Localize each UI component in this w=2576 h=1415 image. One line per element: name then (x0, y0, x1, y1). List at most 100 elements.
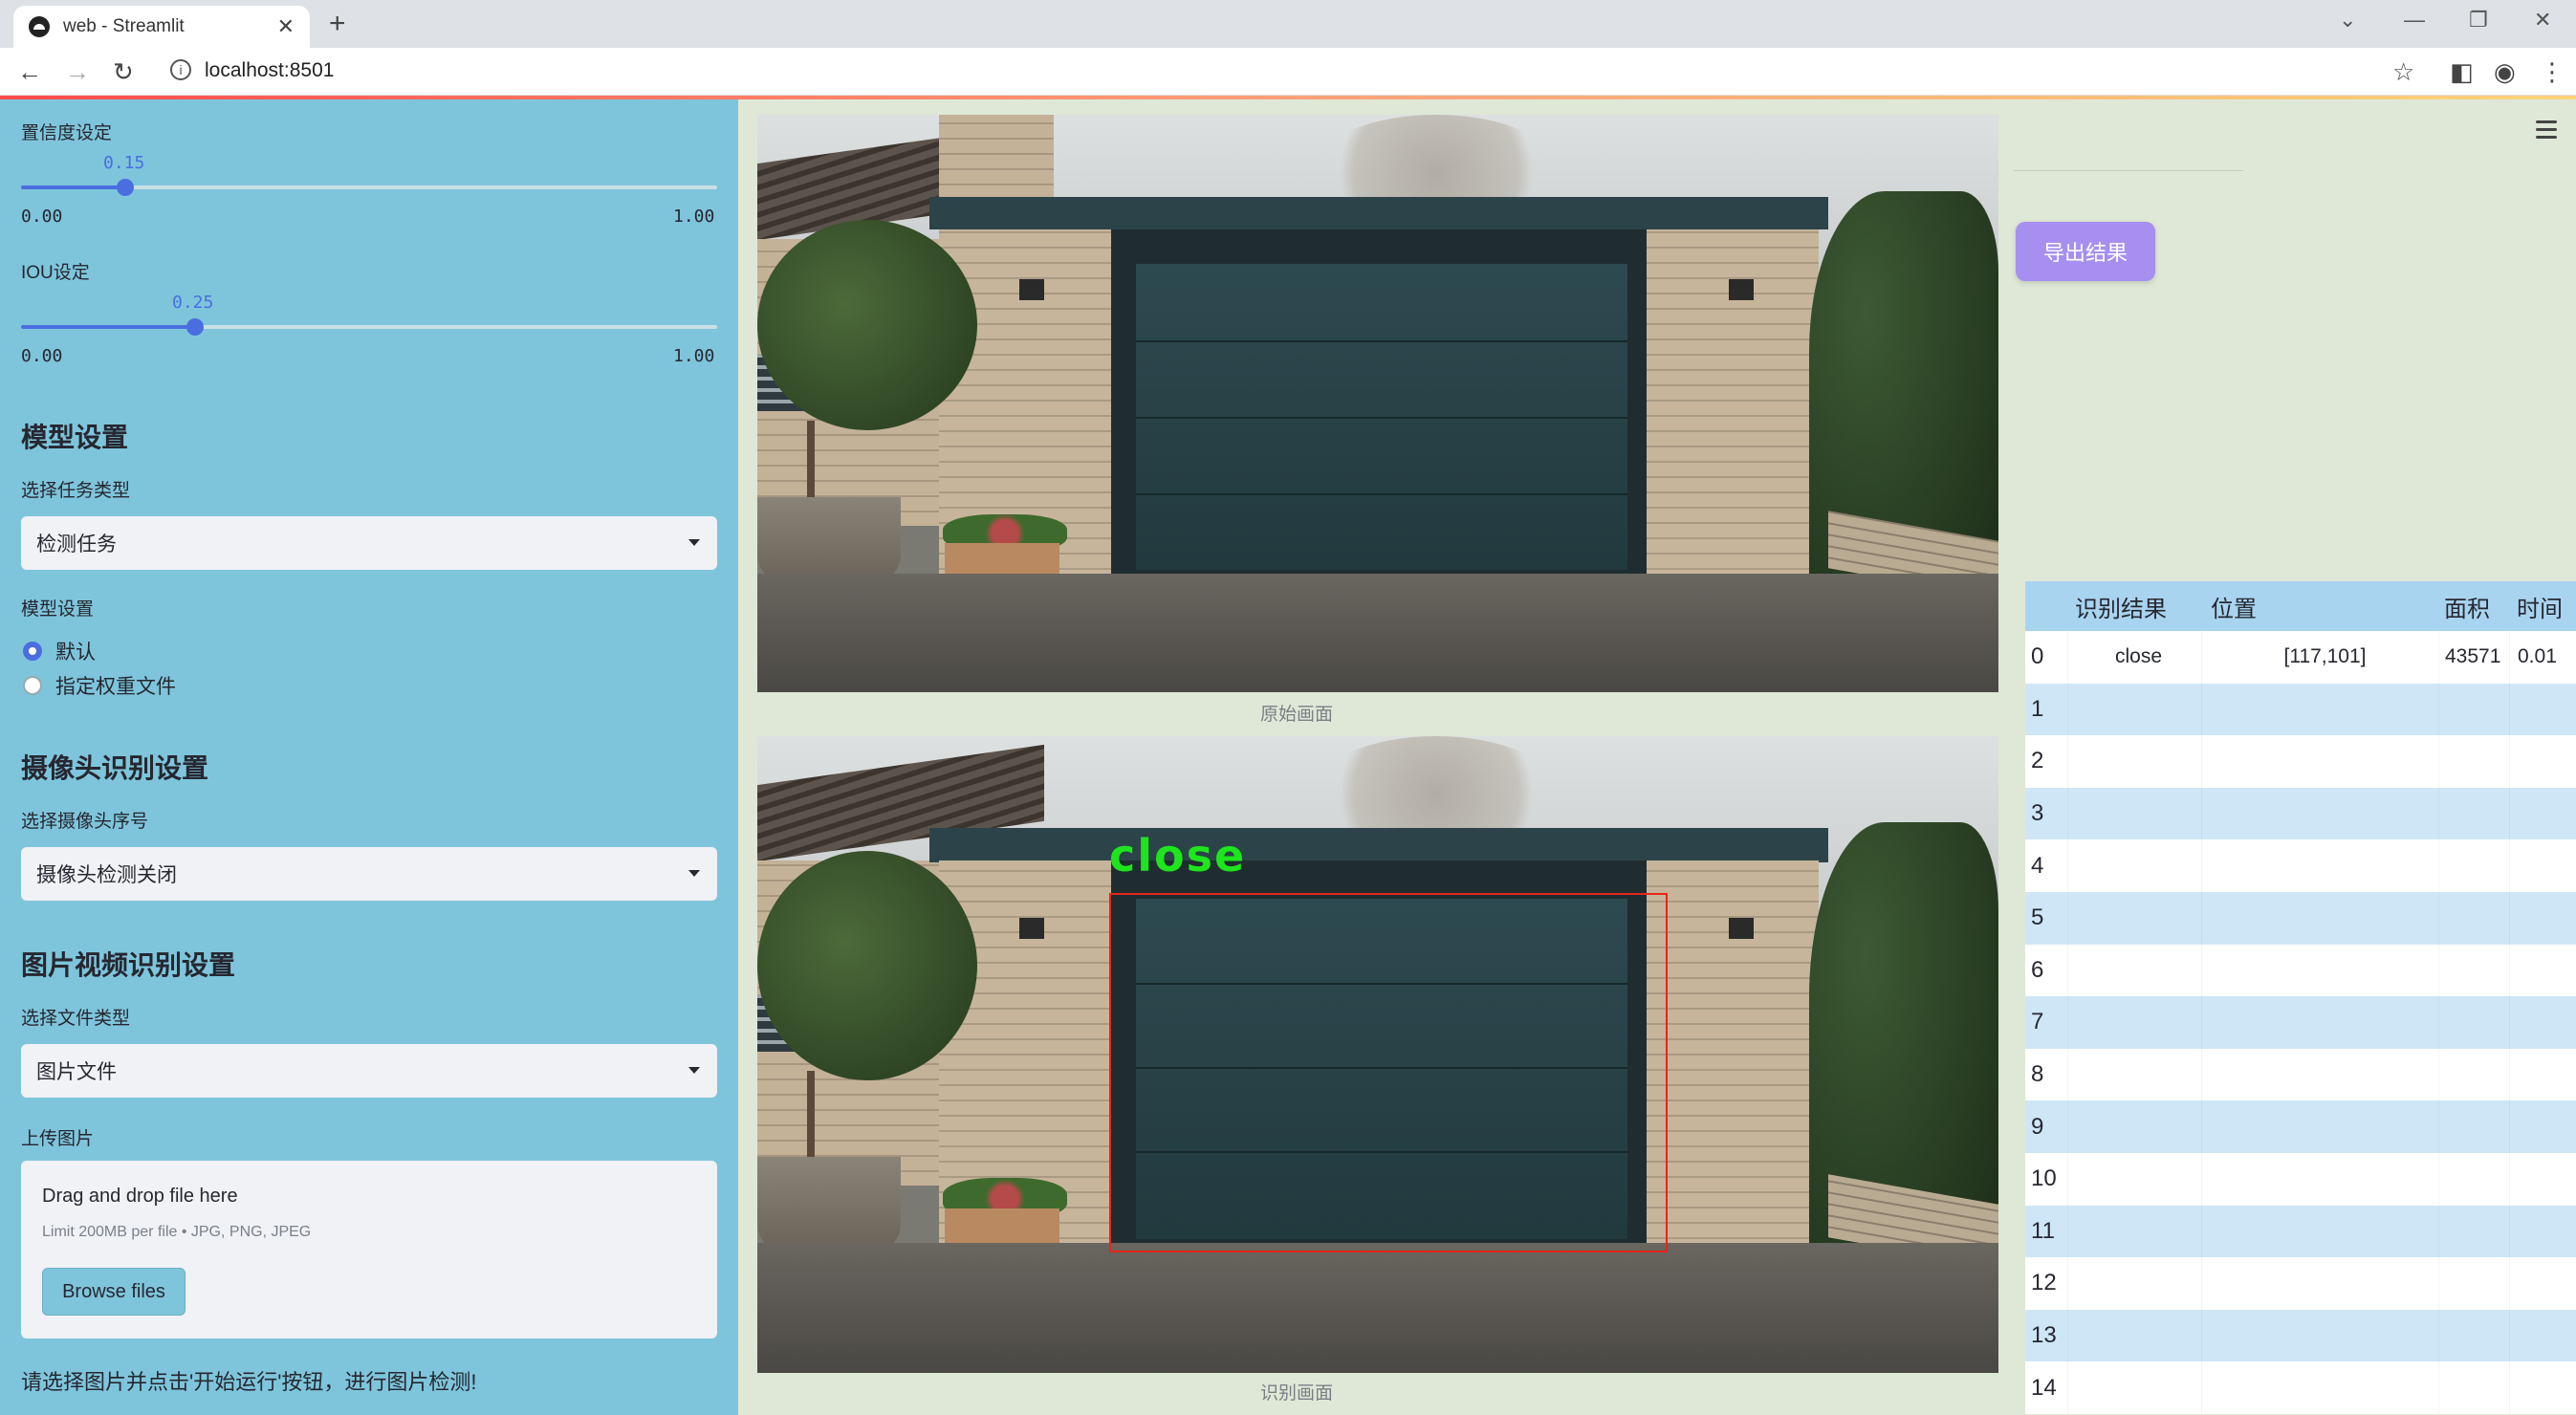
browser-tab[interactable]: web - Streamlit ✕ (13, 6, 310, 48)
reload-icon[interactable]: ↻ (113, 57, 134, 87)
iou-slider[interactable] (21, 318, 717, 336)
close-tab-icon[interactable]: ✕ (277, 14, 295, 39)
table-cell (2438, 1361, 2509, 1414)
side-panel-icon[interactable]: ◧ (2450, 57, 2474, 87)
table-cell (2067, 1361, 2201, 1414)
browser-menu-icon[interactable]: ⋮ (2540, 57, 2565, 87)
chevron-down-icon (688, 539, 700, 546)
radio-custom-label: 指定权重文件 (55, 676, 176, 698)
iou-slider-thumb[interactable] (186, 318, 204, 336)
bookmark-star-icon[interactable]: ☆ (2392, 57, 2414, 87)
table-row: 10 (2025, 1152, 2576, 1206)
table-cell (2438, 944, 2509, 997)
hamburger-menu-icon[interactable] (2536, 120, 2557, 143)
table-cell (2067, 944, 2201, 997)
table-row: 8 (2025, 1048, 2576, 1101)
radio-custom-weights[interactable]: 指定权重文件 (23, 671, 176, 700)
camera-select[interactable]: 摄像头检测关闭 (21, 847, 717, 901)
table-cell (2509, 1152, 2576, 1206)
radio-default[interactable]: 默认 (23, 637, 96, 665)
confidence-slider[interactable] (21, 179, 717, 196)
table-cell (2067, 1309, 2201, 1362)
export-results-button[interactable]: 导出结果 (2016, 222, 2155, 281)
scene-lamp (1019, 918, 1044, 939)
table-header-cell[interactable]: 时间 (2509, 581, 2576, 631)
scene-driveway (757, 574, 1998, 692)
browser-tab-bar: web - Streamlit ✕ + ⌄ — ❐ ✕ (0, 0, 2576, 48)
close-window-icon[interactable]: ✕ (2534, 8, 2551, 33)
back-icon[interactable]: ← (17, 57, 42, 87)
file-type-select[interactable]: 图片文件 (21, 1044, 717, 1098)
confidence-value: 0.15 (103, 153, 145, 173)
info-icon[interactable]: i (170, 59, 191, 80)
table-cell: 5 (2031, 904, 2044, 931)
browse-files-button[interactable]: Browse files (42, 1268, 186, 1316)
table-cell: 4 (2031, 852, 2044, 879)
table-cell (2067, 1152, 2201, 1206)
scene-fascia (929, 197, 1828, 229)
table-header-cell[interactable]: 识别结果 (2067, 581, 2201, 631)
camera-value: 摄像头检测关闭 (36, 864, 177, 886)
table-cell: 12 (2031, 1270, 2057, 1296)
radio-selected-icon (23, 642, 42, 661)
detection-label: close (1109, 830, 1247, 882)
table-cell (2509, 1309, 2576, 1362)
confidence-slider-fill (21, 185, 125, 189)
upload-title: Drag and drop file here (42, 1186, 238, 1207)
chevron-down-icon (688, 870, 700, 877)
table-cell (2067, 787, 2201, 840)
table-cell (2201, 1257, 2438, 1310)
scene-fascia (929, 828, 1828, 862)
tab-title: web - Streamlit (63, 16, 185, 36)
file-type-value: 图片文件 (36, 1061, 117, 1083)
divider (2014, 170, 2243, 171)
table-cell (2067, 1048, 2201, 1101)
model-settings-label: 模型设置 (21, 599, 95, 620)
table-cell (2201, 996, 2438, 1049)
forward-icon[interactable]: → (65, 57, 90, 87)
scene-lamp (1729, 918, 1754, 939)
result-caption: 识别画面 (1260, 1383, 1334, 1404)
table-header-cell[interactable]: 位置 (2201, 581, 2438, 631)
minimize-icon[interactable]: — (2404, 8, 2425, 33)
scene-planter (945, 1208, 1059, 1243)
table-header-cell[interactable]: 面积 (2438, 581, 2509, 631)
scene-pot (757, 1157, 901, 1252)
scene-planter (945, 543, 1059, 576)
iou-value: 0.25 (172, 293, 214, 313)
table-row: 2 (2025, 735, 2576, 788)
table-cell: 7 (2031, 1009, 2044, 1035)
tab-search-icon[interactable]: ⌄ (2339, 8, 2356, 33)
table-cell (2438, 1309, 2509, 1362)
table-row: 9 (2025, 1100, 2576, 1153)
table-header: 识别结果 位置 面积 时间 (2025, 581, 2576, 631)
task-type-select[interactable]: 检测任务 (21, 516, 717, 570)
scene-lamp (1729, 279, 1754, 300)
table-cell (2438, 996, 2509, 1049)
url-field[interactable]: localhost:8501 (205, 59, 334, 82)
confidence-slider-thumb[interactable] (117, 179, 134, 196)
media-heading: 图片视频识别设置 (21, 950, 236, 980)
restore-icon[interactable]: ❐ (2469, 8, 2488, 33)
table-cell (2067, 839, 2201, 892)
table-cell (2509, 996, 2576, 1049)
detection-bounding-box (1109, 893, 1668, 1252)
table-header-cell (2025, 581, 2067, 631)
profile-avatar-icon[interactable]: ◉ (2494, 57, 2516, 87)
table-row: 11 (2025, 1205, 2576, 1258)
scene-tree (757, 851, 977, 1080)
table-cell (2438, 735, 2509, 788)
sidebar-hint: 请选择图片并点击'开始运行'按钮，进行图片检测! (21, 1370, 477, 1394)
table-cell (2067, 996, 2201, 1049)
table-cell (2438, 1205, 2509, 1258)
table-row: 1 (2025, 683, 2576, 736)
new-tab-icon[interactable]: + (329, 8, 346, 40)
table-cell: 2 (2031, 748, 2044, 774)
table-cell (2201, 683, 2438, 736)
table-cell (2067, 1100, 2201, 1153)
table-cell (2201, 944, 2438, 997)
table-row: 7 (2025, 996, 2576, 1049)
table-cell (2438, 1152, 2509, 1206)
file-uploader-dropzone[interactable]: Drag and drop file here Limit 200MB per … (21, 1161, 717, 1339)
table-cell (2509, 839, 2576, 892)
